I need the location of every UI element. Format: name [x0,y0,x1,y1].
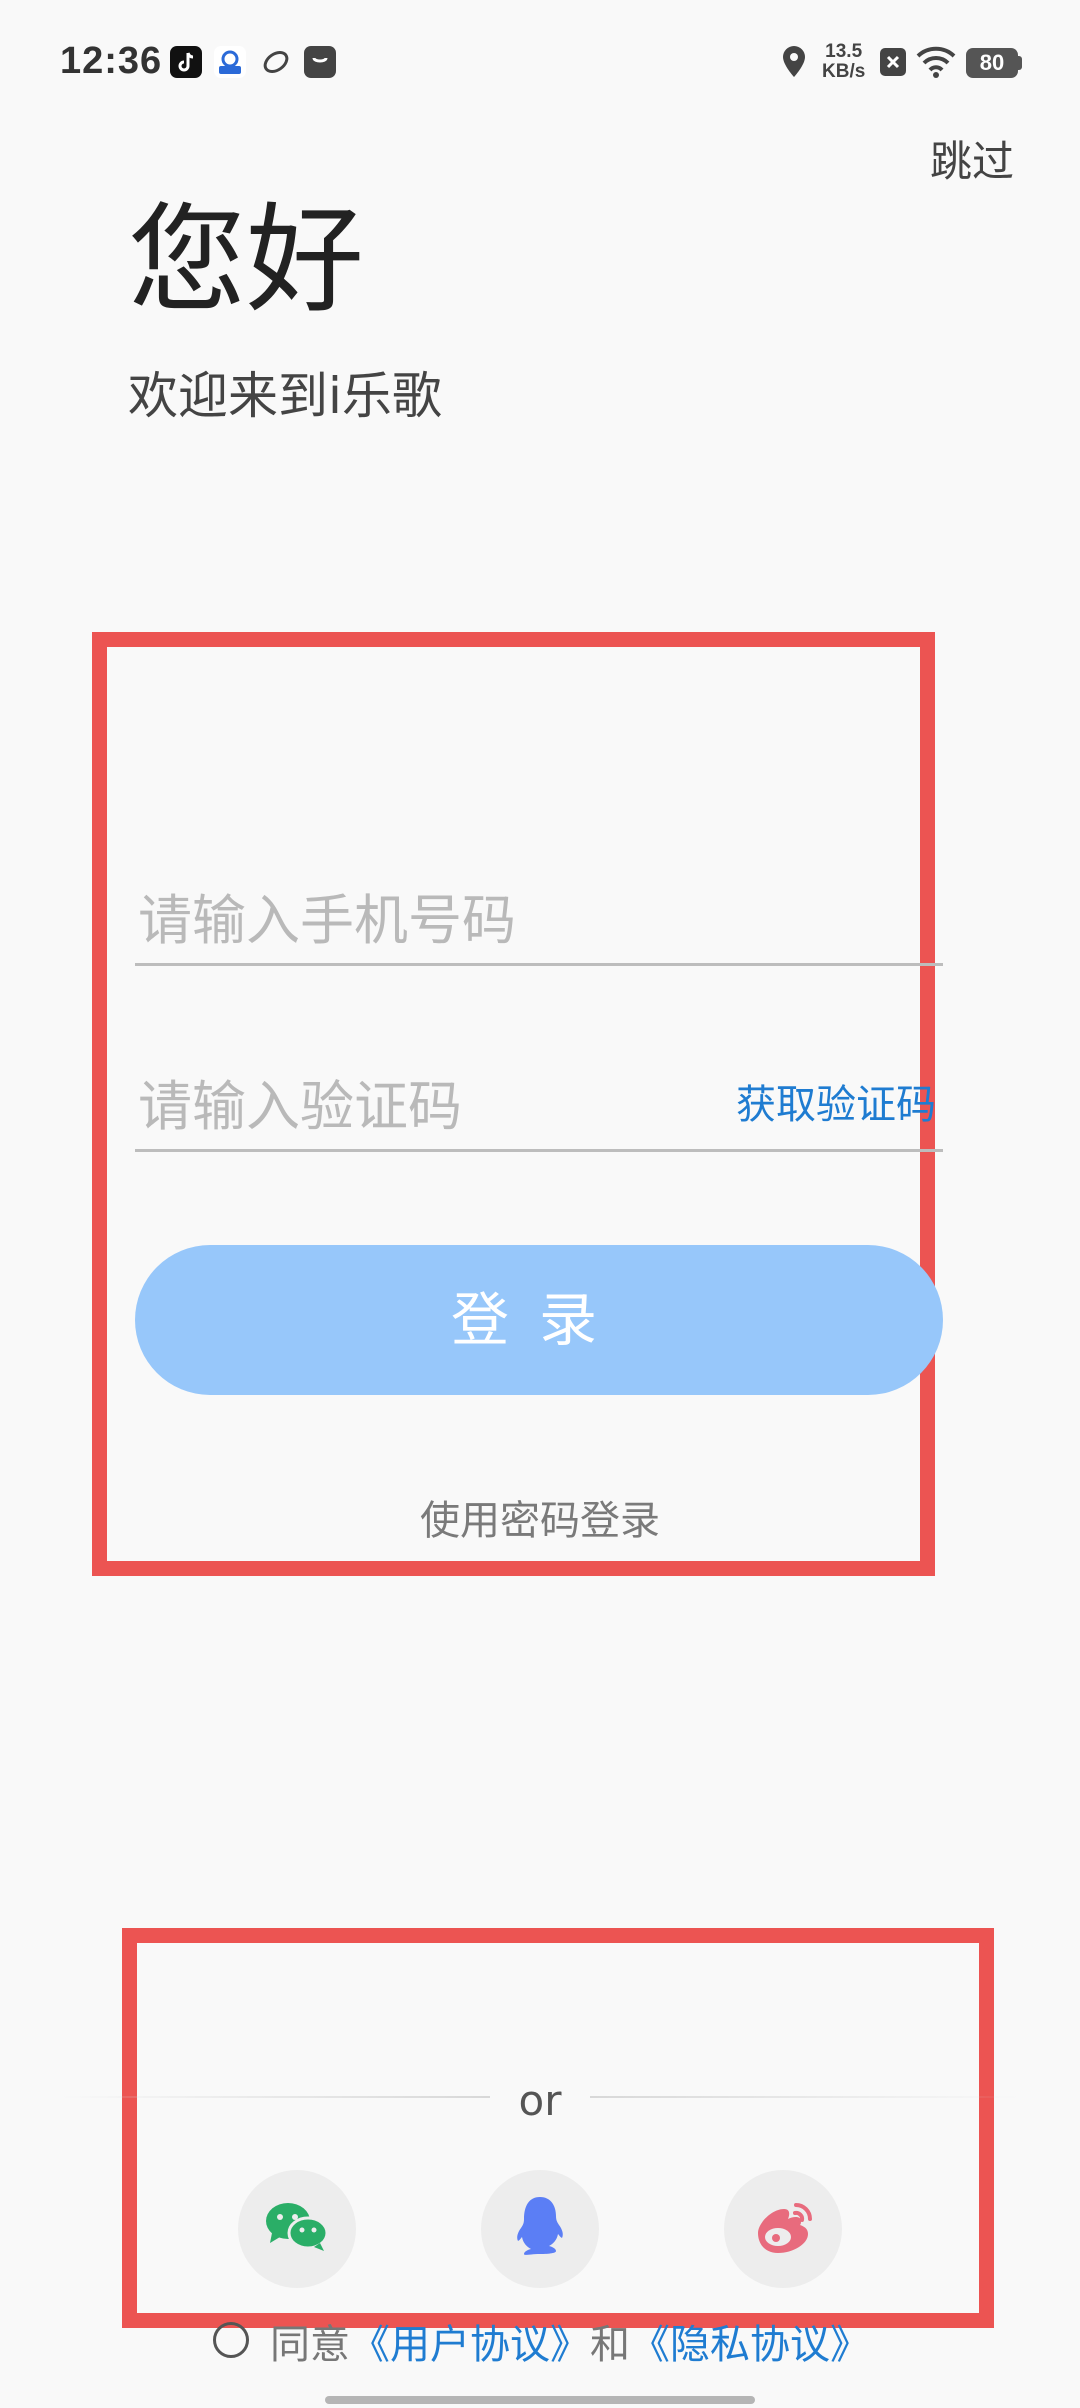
divider-right [590,2096,1020,2098]
and-label: 和 [590,2322,630,2368]
tiktok-icon [170,46,202,78]
qq-login-button[interactable] [481,2170,599,2288]
home-indicator[interactable] [325,2396,755,2404]
password-login-link[interactable]: 使用密码登录 [0,1488,1080,1546]
get-code-button[interactable]: 获取验证码 [736,1072,936,1130]
page-subtitle: 欢迎来到i乐歌 [128,367,442,425]
battery-tip [1018,56,1022,70]
location-icon [780,44,808,84]
wechat-login-button[interactable] [238,2170,356,2288]
network-speed: 13.5 KB/s [822,41,866,82]
no-sim-icon [880,48,906,76]
login-button[interactable]: 登录 [135,1245,943,1395]
agreement-radio[interactable] [213,2322,249,2358]
or-divider-label: or [518,2076,562,2125]
page-title: 您好 [128,191,365,329]
wechat-icon [262,2199,332,2259]
divider-left [60,2096,490,2098]
agree-label: 同意 [270,2322,350,2368]
battery-indicator: 80 [966,48,1018,78]
phone-input[interactable]: 请输入手机号码 [138,876,516,955]
wifi-icon [916,46,956,82]
code-input-underline [135,1149,943,1152]
user-agreement-link[interactable]: 《用户协议》 [350,2322,590,2368]
privacy-policy-link[interactable]: 《隐私协议》 [630,2322,870,2368]
phone-input-underline [135,963,943,966]
skip-button[interactable]: 跳过 [930,128,1014,189]
lock-app-icon [214,46,246,78]
weibo-login-button[interactable] [724,2170,842,2288]
qq-icon [512,2194,568,2264]
shopping-bag-icon [304,46,336,78]
link-app-icon [260,46,292,78]
verification-code-input[interactable]: 请输入验证码 [138,1062,462,1141]
status-time: 12:36 [60,40,163,82]
agreement-text: 同意《用户协议》和《隐私协议》 [270,2312,870,2370]
weibo-icon [750,2199,816,2259]
